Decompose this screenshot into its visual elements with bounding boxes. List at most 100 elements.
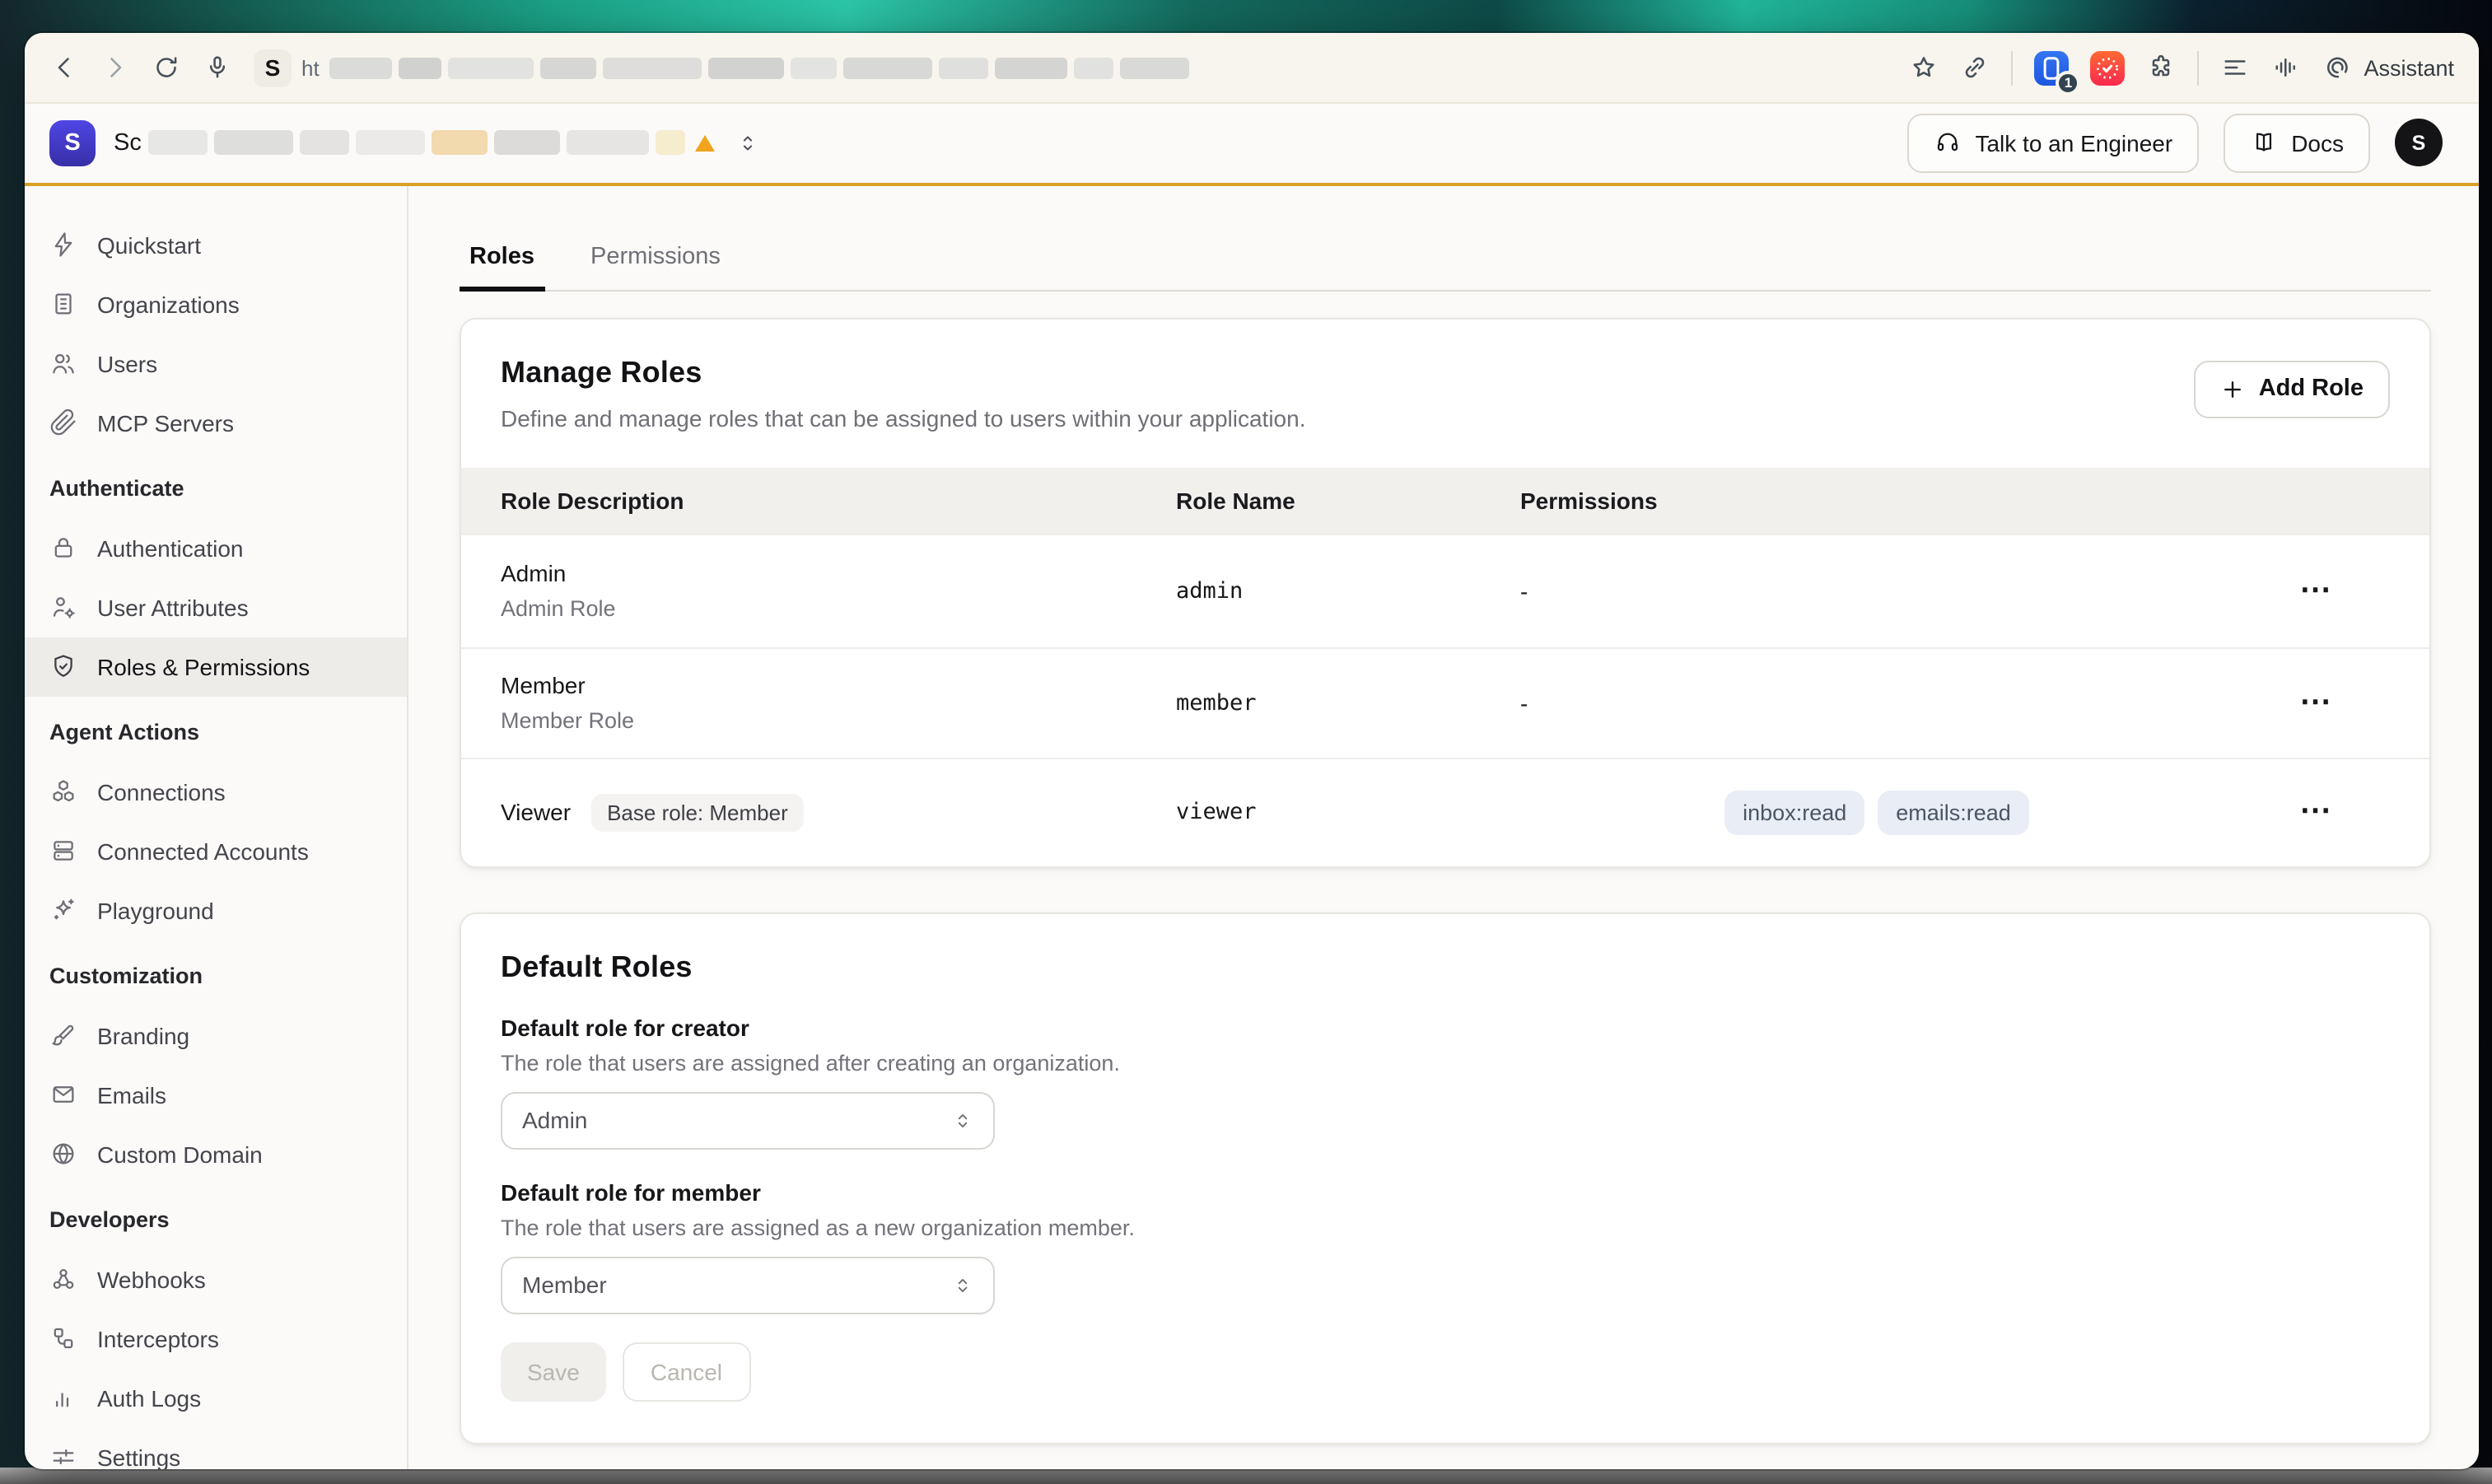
sidebar-item-label: Roles & Permissions xyxy=(97,653,310,679)
column-role-name: Role Name xyxy=(1135,467,1466,533)
role-display-name: Viewer xyxy=(501,799,571,825)
sidebar-item-settings[interactable]: Settings xyxy=(25,1427,407,1468)
creator-role-value: Admin xyxy=(522,1107,587,1133)
bookmark-star-icon[interactable] xyxy=(1909,53,1939,82)
reload-icon[interactable] xyxy=(152,53,181,82)
sidebar-item-emails[interactable]: Emails xyxy=(25,1065,407,1124)
sidebar-item-branding[interactable]: Branding xyxy=(25,1006,407,1065)
book-icon xyxy=(2250,129,2278,157)
save-button[interactable]: Save xyxy=(501,1342,606,1401)
sidebar-item-label: Settings xyxy=(97,1444,180,1468)
tab-permissions[interactable]: Permissions xyxy=(581,228,730,289)
desktop: S ht 1 xyxy=(0,0,2492,1484)
desktop-bottom-strip xyxy=(0,1468,2492,1484)
sidebar-item-connections[interactable]: Connections xyxy=(25,762,407,821)
sidebar-item-label: Webhooks xyxy=(97,1266,206,1292)
chevron-updown-icon xyxy=(952,1108,973,1132)
paperclip-icon xyxy=(49,408,77,436)
environment-switcher[interactable]: Sc xyxy=(114,130,759,156)
sidebar-item-mcp-servers[interactable]: MCP Servers xyxy=(25,393,407,452)
role-display-name: Member xyxy=(501,672,1135,698)
shield-check-icon xyxy=(49,652,77,680)
sidebar-section-agent-actions: Agent Actions xyxy=(25,702,407,762)
column-role-description: Role Description xyxy=(461,467,1135,533)
zap-icon xyxy=(49,231,77,259)
sidebar-item-label: User Attributes xyxy=(97,594,249,620)
add-role-label: Add Role xyxy=(2259,376,2364,402)
sidebar-item-label: Interceptors xyxy=(97,1325,219,1351)
manage-roles-card: Manage Roles Define and manage roles tha… xyxy=(460,317,2431,867)
tab-roles[interactable]: Roles xyxy=(460,228,544,289)
sidebar-item-label: Emails xyxy=(97,1081,166,1108)
sidebar-item-label: Authentication xyxy=(97,534,243,561)
server-stack-icon xyxy=(49,837,77,865)
sidebar-item-users[interactable]: Users xyxy=(25,334,407,393)
role-display-name: Admin xyxy=(501,560,1135,586)
form-actions: Save Cancel xyxy=(501,1342,2390,1401)
voice-waveform-icon[interactable] xyxy=(2271,53,2301,82)
creator-role-description: The role that users are assigned after c… xyxy=(501,1050,2390,1075)
headphones-icon xyxy=(1934,129,1962,157)
permissions-empty: - xyxy=(1520,689,2281,716)
sidebar-item-authentication[interactable]: Authentication xyxy=(25,518,407,577)
sidebar-item-roles-permissions[interactable]: Roles & Permissions xyxy=(25,637,407,696)
sidebar-item-auth-logs[interactable]: Auth Logs xyxy=(25,1368,407,1427)
sidebar-item-label: Playground xyxy=(97,897,214,923)
tab-bar: Roles Permissions xyxy=(460,228,2431,291)
sidebar-section-authenticate: Authenticate xyxy=(25,459,407,518)
cancel-button[interactable]: Cancel xyxy=(623,1342,750,1401)
sidebar-item-connected-accounts[interactable]: Connected Accounts xyxy=(25,821,407,880)
row-actions-menu-icon[interactable]: ⋯ xyxy=(2300,804,2332,820)
docs-button[interactable]: Docs xyxy=(2224,114,2370,173)
app-logo: S xyxy=(49,120,96,166)
column-permissions: Permissions xyxy=(1466,467,2281,533)
row-actions-menu-icon[interactable]: ⋯ xyxy=(2300,582,2332,599)
browser-window: S ht 1 xyxy=(25,33,2479,1468)
sidebar-item-label: Custom Domain xyxy=(97,1141,263,1167)
table-row-viewer[interactable]: Viewer Base role: Member viewer inbox:re… xyxy=(461,757,2429,866)
redacted-brand xyxy=(148,131,685,156)
sidebar-item-user-attributes[interactable]: User Attributes xyxy=(25,577,407,637)
copy-link-icon[interactable] xyxy=(1960,53,1990,82)
sidebar-item-organizations[interactable]: Organizations xyxy=(25,274,407,334)
site-favicon: S xyxy=(254,49,292,86)
sidebar-item-quickstart[interactable]: Quickstart xyxy=(25,215,407,274)
address-bar[interactable]: S ht xyxy=(254,49,1888,86)
app-header: S Sc Talk to an Engineer xyxy=(25,104,2479,185)
table-row-admin[interactable]: Admin Admin Role admin - ⋯ xyxy=(461,533,2429,646)
user-avatar[interactable]: S xyxy=(2395,119,2443,167)
row-actions-menu-icon[interactable]: ⋯ xyxy=(2300,694,2332,711)
table-row-member[interactable]: Member Member Role member - ⋯ xyxy=(461,646,2429,757)
users-icon xyxy=(49,349,77,377)
browser-toolbar: S ht 1 xyxy=(25,33,2479,104)
talk-to-engineer-button[interactable]: Talk to an Engineer xyxy=(1907,114,2199,173)
sidebar-section-developers: Developers xyxy=(25,1190,407,1249)
assistant-button[interactable]: Assistant xyxy=(2322,53,2454,82)
sidebar-item-playground[interactable]: Playground xyxy=(25,880,407,940)
sidebar-item-custom-domain[interactable]: Custom Domain xyxy=(25,1124,407,1183)
base-role-badge: Base role: Member xyxy=(590,793,805,831)
add-role-button[interactable]: Add Role xyxy=(2195,360,2390,418)
default-roles-title: Default Roles xyxy=(501,950,2390,984)
member-role-select[interactable]: Member xyxy=(501,1256,995,1314)
creator-role-label: Default role for creator xyxy=(501,1014,2390,1040)
permissions-empty: - xyxy=(1520,577,2281,604)
forward-icon[interactable] xyxy=(100,53,130,82)
reader-mode-icon[interactable] xyxy=(2220,53,2250,82)
clock-extension-icon[interactable] xyxy=(2090,50,2125,85)
microphone-icon[interactable] xyxy=(203,53,232,82)
back-icon[interactable] xyxy=(49,53,79,82)
paintbrush-icon xyxy=(49,1021,77,1049)
password-extension-icon[interactable]: 1 xyxy=(2034,50,2069,85)
sidebar-item-interceptors[interactable]: Interceptors xyxy=(25,1309,407,1368)
cubes-icon xyxy=(49,777,77,805)
role-description: Member Role xyxy=(501,708,1135,733)
extensions-puzzle-icon[interactable] xyxy=(2146,53,2176,82)
url-text: ht xyxy=(301,55,320,80)
manage-roles-title: Manage Roles xyxy=(501,355,1306,390)
role-description: Admin Role xyxy=(501,596,1135,621)
sidebar-item-label: Connected Accounts xyxy=(97,838,309,864)
creator-role-select[interactable]: Admin xyxy=(501,1091,995,1149)
sliders-icon xyxy=(49,1443,77,1468)
sidebar-item-webhooks[interactable]: Webhooks xyxy=(25,1249,407,1309)
